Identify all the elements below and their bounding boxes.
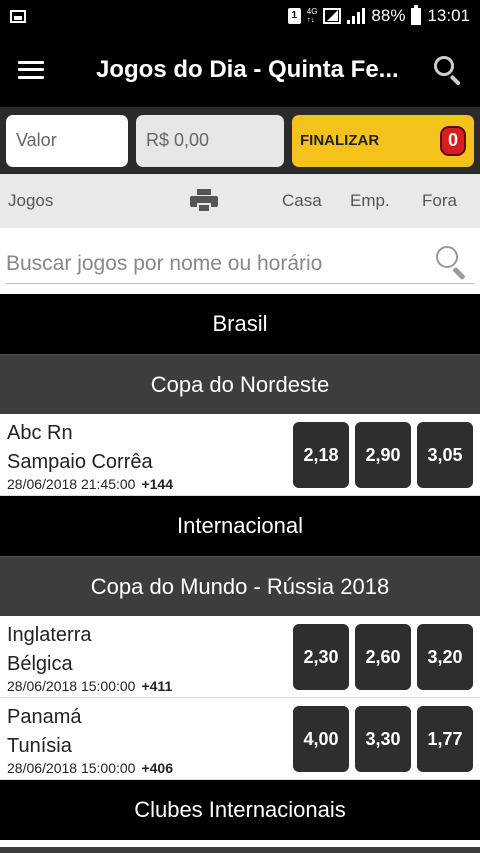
signal-strength-icon bbox=[347, 8, 366, 24]
game-row: Abc Rn Sampaio Corrêa 28/06/2018 21:45:0… bbox=[0, 414, 480, 496]
country-header-brasil[interactable]: Brasil bbox=[0, 294, 480, 354]
search-row bbox=[0, 228, 480, 294]
odds-group: 2,30 2,60 3,20 bbox=[293, 624, 473, 690]
page-title: Jogos do Dia - Quinta Fe... bbox=[96, 55, 399, 83]
game-date: 28/06/2018 21:45:00 bbox=[7, 476, 136, 492]
bet-count-badge: 0 bbox=[440, 125, 466, 156]
battery-percent: 88% bbox=[371, 6, 406, 25]
clock: 13:01 bbox=[427, 6, 470, 25]
odd-empate[interactable]: 3,30 bbox=[355, 706, 411, 772]
column-casa: Casa bbox=[282, 191, 322, 210]
game-row: Panamá Tunísia 28/06/2018 15:00:00 +406 4… bbox=[0, 698, 480, 780]
more-markets-link[interactable]: +406 bbox=[141, 760, 173, 776]
potential-return: R$ 0,00 bbox=[136, 114, 284, 167]
more-markets-link[interactable]: +411 bbox=[141, 678, 172, 694]
league-header-copa-nordeste[interactable]: Copa do Nordeste bbox=[0, 354, 480, 414]
column-header: Jogos Casa Emp. Fora bbox=[0, 174, 480, 228]
search-games-icon[interactable] bbox=[436, 246, 468, 281]
game-date: 28/06/2018 15:00:00 bbox=[7, 678, 136, 694]
away-team: Bélgica bbox=[7, 653, 73, 675]
search-games-input[interactable] bbox=[6, 244, 474, 284]
odd-casa[interactable]: 4,00 bbox=[293, 706, 349, 772]
battery-icon bbox=[411, 4, 422, 25]
sim-icon: 1 bbox=[287, 8, 301, 24]
odd-casa[interactable]: 2,18 bbox=[293, 422, 349, 488]
network-activity-label: ↑↓ bbox=[306, 15, 315, 24]
column-emp: Emp. bbox=[350, 191, 390, 210]
country-header-internacional[interactable]: Internacional bbox=[0, 496, 480, 556]
home-team: Inglaterra bbox=[7, 624, 92, 646]
menu-icon[interactable] bbox=[18, 60, 44, 79]
next-league-strip bbox=[0, 847, 480, 853]
odd-empate[interactable]: 2,90 bbox=[355, 422, 411, 488]
home-team: Abc Rn bbox=[7, 422, 73, 444]
finalizar-button[interactable]: FINALIZAR 0 bbox=[292, 114, 474, 167]
signal-box-icon bbox=[323, 8, 342, 24]
odds-group: 2,18 2,90 3,05 bbox=[293, 422, 473, 488]
away-team: Sampaio Corrêa bbox=[7, 451, 153, 473]
odd-fora[interactable]: 3,20 bbox=[417, 624, 473, 690]
away-team: Tunísia bbox=[7, 735, 72, 757]
home-team: Panamá bbox=[7, 706, 82, 728]
odd-empate[interactable]: 2,60 bbox=[355, 624, 411, 690]
network-type-icon: 4G ↑↓ bbox=[307, 8, 318, 24]
app-bar: Jogos do Dia - Quinta Fe... bbox=[0, 32, 480, 107]
image-notification-icon bbox=[10, 9, 26, 23]
game-datetime: 28/06/2018 15:00:00 +406 bbox=[7, 760, 173, 776]
finalizar-label: FINALIZAR bbox=[300, 132, 380, 149]
search-icon[interactable] bbox=[432, 54, 464, 86]
country-header-clubes[interactable]: Clubes Internacionais bbox=[0, 780, 480, 840]
more-markets-link[interactable]: +144 bbox=[141, 476, 173, 492]
odd-fora[interactable]: 3,05 bbox=[417, 422, 473, 488]
column-fora: Fora bbox=[422, 191, 457, 210]
game-datetime: 28/06/2018 21:45:00 +144 bbox=[7, 476, 173, 492]
odd-casa[interactable]: 2,30 bbox=[293, 624, 349, 690]
column-jogos: Jogos bbox=[8, 191, 54, 210]
status-bar: 1 4G ↑↓ 88% 13:01 bbox=[0, 0, 480, 32]
bet-value-input[interactable] bbox=[6, 114, 128, 167]
odd-fora[interactable]: 1,77 bbox=[417, 706, 473, 772]
odds-group: 4,00 3,30 1,77 bbox=[293, 706, 473, 772]
game-row: Inglaterra Bélgica 28/06/2018 15:00:00 +4… bbox=[0, 616, 480, 698]
bet-bar: R$ 0,00 FINALIZAR 0 bbox=[0, 107, 480, 174]
game-date: 28/06/2018 15:00:00 bbox=[7, 760, 136, 776]
league-header-copa-mundo[interactable]: Copa do Mundo - Rússia 2018 bbox=[0, 556, 480, 616]
game-datetime: 28/06/2018 15:00:00 +411 bbox=[7, 678, 172, 694]
